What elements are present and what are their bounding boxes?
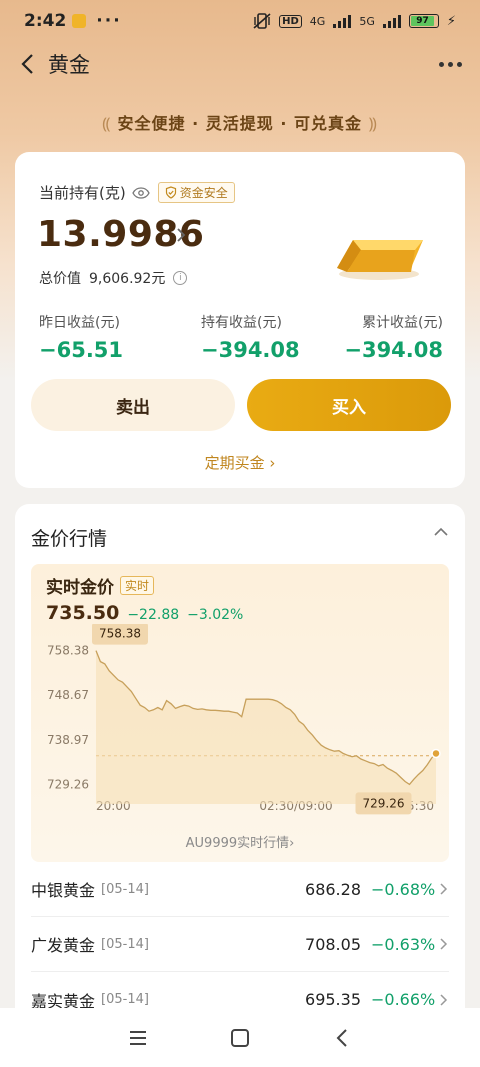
fund-safety-badge[interactable]: 资金安全 — [157, 182, 235, 203]
holding-card: 当前持有(克) 资金安全 13.9986 总价值 9,606.92元 i 昨日收… — [15, 152, 465, 488]
chevron-right-icon — [440, 993, 448, 1006]
status-icons: HD 4G 5G 97 ⚡ — [253, 13, 456, 29]
top-nav: 黄金 — [0, 42, 480, 86]
fund-name: 广发黄金 — [31, 936, 96, 955]
realtime-change-pct: −3.02% — [187, 607, 244, 623]
high-callout-label: 758.38 — [99, 627, 141, 641]
notification-icon — [72, 14, 87, 28]
signal-icon — [333, 14, 352, 28]
fund-name: 中银黄金 — [31, 881, 96, 900]
fund-date: [05-14] — [101, 992, 149, 1007]
y-tick-label: 758.38 — [47, 644, 89, 658]
status-bar: 2:42 ··· HD 4G 5G 97 ⚡ — [0, 0, 480, 42]
status-time: 2:42 — [24, 11, 67, 31]
realtime-price: 735.50 — [46, 602, 120, 624]
stat-label: 持有收益(元) — [201, 315, 282, 331]
fund-safety-label: 资金安全 — [179, 186, 228, 200]
realtime-change: −22.88 — [127, 607, 180, 623]
regular-buy-link[interactable]: 定期买金 › — [15, 452, 465, 473]
y-tick-label: 738.97 — [47, 733, 89, 747]
realtime-title: 实时金价 实时 — [46, 573, 155, 598]
chevron-right-icon: › — [289, 836, 295, 851]
stat-value: −394.08 — [344, 338, 443, 362]
regular-buy-label: 定期买金 — [204, 454, 265, 472]
sell-button[interactable]: 卖出 — [31, 379, 235, 431]
chevron-right-icon[interactable] — [175, 226, 187, 244]
vibrate-off-icon — [253, 13, 271, 29]
price-area — [96, 650, 436, 804]
fund-change-pct: −0.68% — [371, 879, 436, 899]
fund-change-pct: −0.66% — [371, 990, 436, 1009]
y-tick-label: 748.67 — [47, 688, 89, 702]
hd-voice-icon: HD — [279, 14, 302, 28]
holding-label: 当前持有(克) — [39, 184, 126, 202]
holding-earnings: 持有收益(元) −394.08 — [201, 312, 300, 362]
realtime-chart-panel[interactable]: 实时金价 实时 735.50 −22.88 −3.02% 758.38 748.6… — [31, 564, 449, 862]
market-title: 金价行情 — [31, 528, 108, 550]
cumulative-earnings: 累计收益(元) −394.08 — [344, 312, 443, 362]
realtime-badge: 实时 — [120, 576, 155, 595]
total-value-row: 总价值 9,606.92元 i — [39, 268, 188, 288]
slogan-item: 可兑真金 — [293, 114, 362, 133]
fund-price: 695.35 — [305, 990, 361, 1009]
chevron-right-icon: › — [269, 454, 276, 472]
stat-value: −394.08 — [201, 338, 300, 362]
total-value: 9,606.92元 — [89, 271, 166, 287]
list-item[interactable]: 中银黄金 [05-14] 686.28 −0.68% — [31, 862, 449, 917]
realtime-title-label: 实时金价 — [46, 578, 114, 598]
slogan-banner: ⸨ 安全便捷 · 灵活提现 · 可兑真金 ⸩ — [102, 114, 378, 133]
buy-button[interactable]: 买入 — [247, 379, 451, 431]
menu-icon[interactable] — [127, 1027, 149, 1049]
home-icon[interactable] — [229, 1027, 251, 1049]
market-card: 金价行情 实时金价 实时 735.50 −22.88 −3.02% 758.38… — [15, 504, 465, 1024]
low-callout-label: 729.26 — [363, 796, 405, 810]
back-arrow-icon — [21, 54, 33, 74]
stat-label: 昨日收益(元) — [39, 315, 120, 331]
price-chart[interactable]: 758.38748.67738.97729.2620:00 02:30/09:00… — [31, 624, 449, 824]
au9999-link-label: AU9999实时行情 — [185, 836, 290, 851]
laurel-right-icon: ⸩ — [368, 114, 378, 133]
last-price-point — [431, 748, 441, 759]
battery-icon: 97 — [408, 14, 439, 28]
more-notifications-icon: ··· — [96, 11, 122, 31]
fund-price: 708.05 — [305, 934, 361, 954]
au9999-link[interactable]: AU9999实时行情› — [31, 832, 449, 851]
network-5g-label: 5G — [359, 14, 375, 28]
y-tick-label: 729.26 — [47, 777, 89, 791]
shield-icon — [165, 186, 176, 199]
page-title: 黄金 — [48, 53, 90, 77]
laurel-left-icon: ⸨ — [102, 114, 118, 133]
slogan-item: 安全便捷 — [117, 114, 186, 133]
fund-price: 686.28 — [305, 879, 361, 899]
total-value-label: 总价值 — [39, 271, 81, 287]
chevron-right-icon — [440, 938, 448, 950]
fund-date: [05-14] — [101, 936, 149, 952]
fund-date: [05-14] — [101, 881, 149, 897]
realtime-price-row: 735.50 −22.88 −3.02% — [46, 602, 243, 624]
slogan-item: 灵活提现 — [205, 114, 274, 133]
chevron-up-icon[interactable] — [433, 526, 449, 538]
fund-change-pct: −0.63% — [371, 934, 436, 954]
yesterday-earnings: 昨日收益(元) −65.51 — [39, 312, 123, 362]
battery-level: 97 — [410, 16, 435, 26]
stat-label: 累计收益(元) — [362, 315, 443, 331]
more-options-button[interactable] — [435, 52, 466, 77]
back-button[interactable] — [14, 49, 40, 79]
system-nav-bar — [0, 1008, 480, 1067]
back-icon[interactable] — [331, 1027, 353, 1049]
stat-value: −65.51 — [39, 338, 124, 362]
chevron-right-icon — [440, 883, 448, 895]
signal-icon-2 — [382, 14, 401, 28]
network-4g-label: 4G — [309, 14, 326, 28]
list-item[interactable]: 广发黄金 [05-14] 708.05 −0.63% — [31, 917, 449, 972]
holding-header: 当前持有(克) 资金安全 — [39, 182, 235, 203]
charging-icon: ⚡ — [446, 13, 456, 29]
gold-bar-illustration — [337, 240, 423, 280]
eye-icon[interactable] — [131, 186, 150, 199]
info-icon[interactable]: i — [173, 271, 188, 285]
